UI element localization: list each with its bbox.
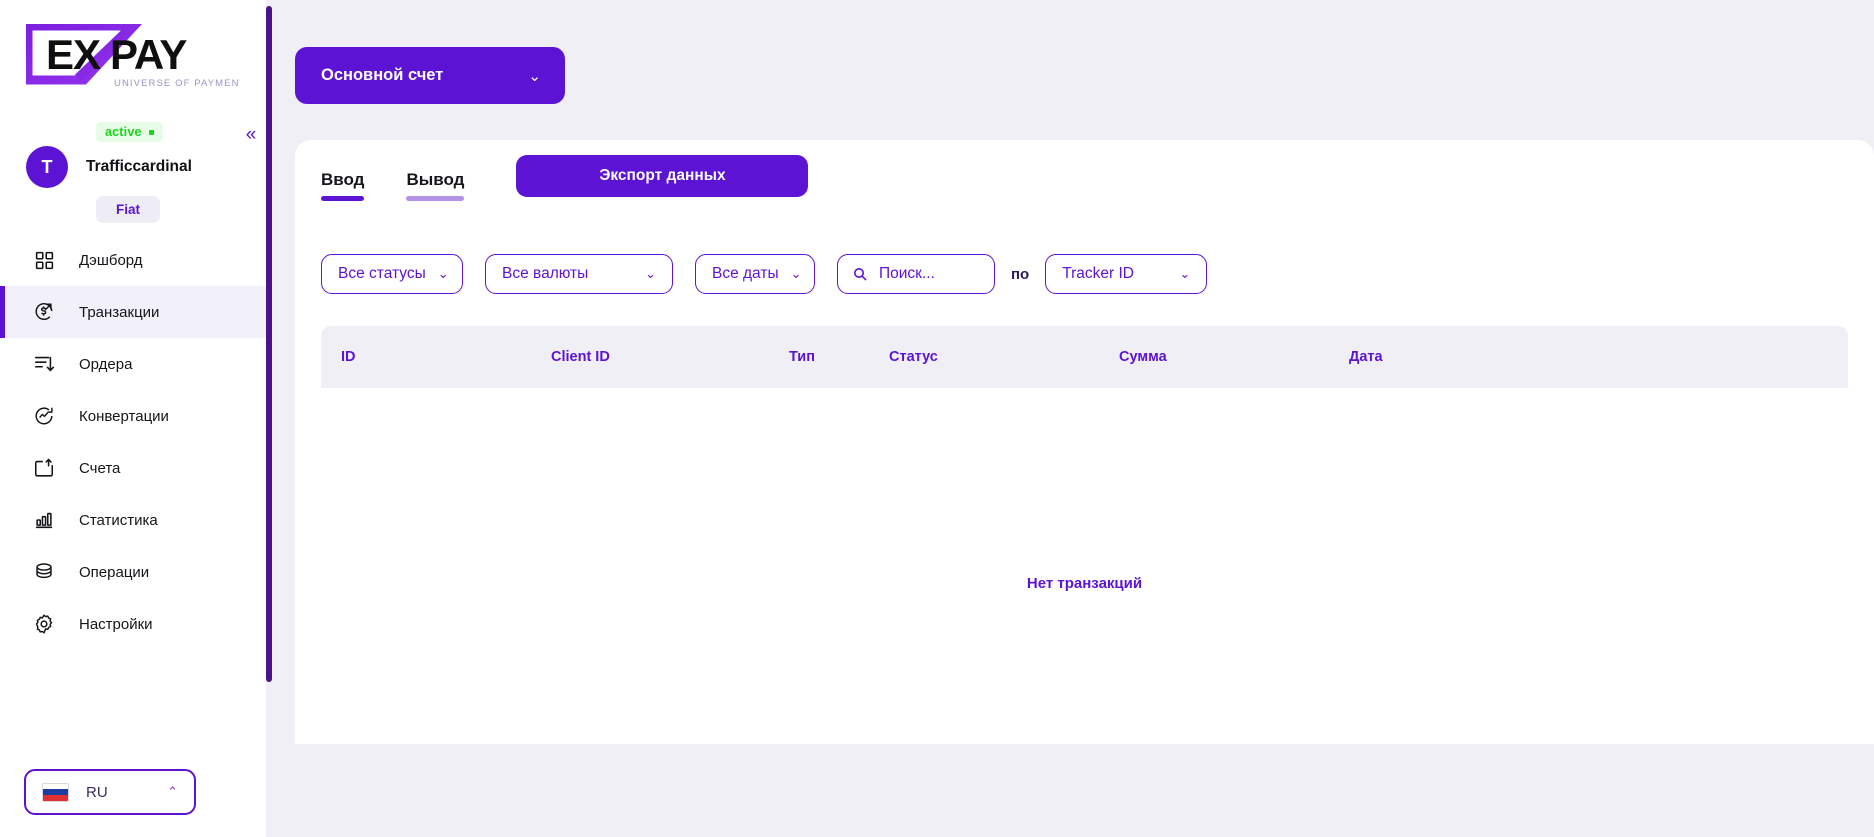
column-header-date[interactable]: Дата <box>1349 349 1549 365</box>
filter-dates[interactable]: Все даты ⌄ <box>695 254 815 294</box>
tab-bar: Ввод Вывод Экспорт данных <box>321 155 1848 218</box>
app-root: EX PAY UNIVERSE OF PAYMENTS « active T T… <box>0 0 1874 837</box>
conversion-icon <box>31 403 57 429</box>
sidebar-item-transactions[interactable]: Транзакции <box>0 286 272 338</box>
tab-withdrawal[interactable]: Вывод <box>406 166 465 201</box>
russia-flag-icon <box>42 782 69 802</box>
transactions-table: ID Client ID Тип Статус Сумма Дата Нет т… <box>321 326 1848 688</box>
language-selector[interactable]: RU ⌃ <box>24 769 196 815</box>
chevron-down-icon: ⌄ <box>645 266 656 281</box>
tab-label: Ввод <box>321 170 365 189</box>
chart-bar-icon <box>31 507 57 533</box>
tab-deposit[interactable]: Ввод <box>321 166 365 201</box>
tab-label: Вывод <box>406 170 465 189</box>
account-selector-label: Основной счет <box>321 66 444 84</box>
filter-search-field[interactable]: Tracker ID ⌄ <box>1045 254 1208 294</box>
svg-text:PAY: PAY <box>110 31 187 78</box>
sidebar-item-label: Статистика <box>79 511 158 529</box>
filter-dates-label: Все даты <box>712 265 779 282</box>
column-header-amount[interactable]: Сумма <box>1119 349 1349 365</box>
language-selector-wrap: RU ⌃ <box>0 765 272 837</box>
sidebar-item-settings[interactable]: Настройки <box>0 598 272 650</box>
table-header-row: ID Client ID Тип Статус Сумма Дата <box>321 326 1848 388</box>
transactions-card: Ввод Вывод Экспорт данных Все статусы ⌄ … <box>295 140 1874 744</box>
expay-logo-icon: EX PAY UNIVERSE OF PAYMENTS <box>26 24 240 89</box>
sidebar-item-label: Транзакции <box>79 303 160 321</box>
filter-bar: Все статусы ⌄ Все валюты ⌄ Все даты ⌄ По… <box>321 254 1848 294</box>
sidebar-item-label: Счета <box>79 459 121 477</box>
sidebar-item-conversions[interactable]: Конвертации <box>0 390 272 442</box>
filter-status-label: Все статусы <box>338 265 426 282</box>
column-header-client-id[interactable]: Client ID <box>551 349 789 365</box>
status-badge-row: active <box>0 104 272 142</box>
chevron-down-icon: ⌄ <box>1179 266 1191 281</box>
coins-icon <box>31 559 57 585</box>
filter-currency[interactable]: Все валюты ⌄ <box>485 254 673 294</box>
tab-underline <box>406 196 465 201</box>
main-content: Основной счет ⌄ Ввод Вывод Экспорт данны… <box>272 0 1874 837</box>
orders-icon <box>31 351 57 377</box>
sidebar-item-orders[interactable]: Ордера <box>0 338 272 390</box>
search-box[interactable] <box>837 254 995 294</box>
column-header-status[interactable]: Статус <box>889 349 1119 365</box>
user-profile[interactable]: T Trafficcardinal <box>0 132 272 194</box>
sidebar-item-operations[interactable]: Операции <box>0 546 272 598</box>
brand-logo[interactable]: EX PAY UNIVERSE OF PAYMENTS <box>0 0 272 104</box>
chevron-up-icon: ⌃ <box>167 784 178 799</box>
sidebar-item-label: Ордера <box>79 355 133 373</box>
filter-currency-label: Все валюты <box>502 265 589 282</box>
svg-text:EX: EX <box>46 31 101 78</box>
account-selector-button[interactable]: Основной счет ⌄ <box>295 47 565 104</box>
chevron-down-icon: ⌄ <box>528 67 541 85</box>
filter-tracker-label: Tracker ID <box>1062 265 1134 282</box>
invoice-icon <box>31 455 57 481</box>
account-type-row: Fiat <box>0 194 272 230</box>
column-header-type[interactable]: Тип <box>789 349 889 365</box>
sidebar-collapse-icon[interactable]: « <box>240 124 262 146</box>
search-icon <box>853 267 867 281</box>
language-code: RU <box>86 783 108 801</box>
column-header-id[interactable]: ID <box>321 349 551 365</box>
chevron-down-icon: ⌄ <box>437 266 449 281</box>
svg-text:UNIVERSE OF PAYMENTS: UNIVERSE OF PAYMENTS <box>114 78 240 89</box>
sidebar-item-label: Конвертации <box>79 407 169 425</box>
transaction-icon <box>31 299 57 325</box>
empty-state-message: Нет транзакций <box>1026 574 1143 592</box>
sidebar-item-label: Операции <box>79 563 150 581</box>
chevron-down-icon: ⌄ <box>790 266 802 281</box>
sidebar-item-dashboard[interactable]: Дэшборд <box>0 234 272 286</box>
table-body: Нет транзакций <box>321 388 1848 688</box>
account-type-chip[interactable]: Fiat <box>96 196 161 223</box>
filter-status[interactable]: Все статусы ⌄ <box>321 254 463 294</box>
gear-icon <box>31 611 57 637</box>
grid-icon <box>31 247 57 273</box>
sidebar-item-label: Дэшборд <box>79 251 143 269</box>
avatar: T <box>26 146 68 188</box>
sidebar-nav: Дэшборд Транзакции Ордера Конвертации Сч… <box>0 234 272 765</box>
sidebar: EX PAY UNIVERSE OF PAYMENTS « active T T… <box>0 0 272 837</box>
search-input[interactable] <box>879 265 980 283</box>
sidebar-item-invoices[interactable]: Счета <box>0 442 272 494</box>
sidebar-item-statistics[interactable]: Статистика <box>0 494 272 546</box>
export-data-button[interactable]: Экспорт данных <box>516 155 809 197</box>
user-name: Trafficcardinal <box>86 158 192 175</box>
tab-underline <box>321 196 365 201</box>
sidebar-item-label: Настройки <box>79 615 153 633</box>
search-by-label: по <box>1011 265 1030 283</box>
